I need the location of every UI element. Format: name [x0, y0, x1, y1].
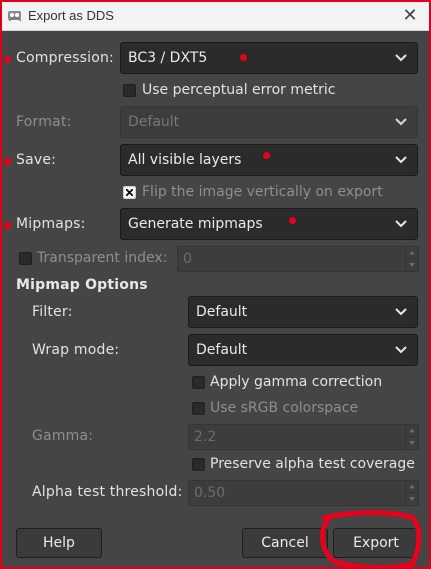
gimp-icon — [8, 11, 22, 22]
annotation-dot — [4, 222, 11, 229]
gamma-correction-checkbox[interactable] — [192, 376, 205, 389]
compression-value: BC3 / DXT5 — [128, 50, 208, 66]
filter-value: Default — [196, 304, 248, 320]
gamma-spinner[interactable]: 2.2 — [188, 424, 419, 450]
alpha-threshold-value: 0.50 — [194, 485, 226, 501]
gamma-correction-label: Apply gamma correction — [210, 374, 383, 390]
spin-down-icon[interactable] — [406, 493, 418, 505]
spin-up-icon[interactable] — [406, 481, 418, 493]
perceptual-label: Use perceptual error metric — [142, 82, 336, 98]
perceptual-checkbox[interactable] — [123, 84, 136, 97]
alpha-coverage-checkbox[interactable] — [192, 458, 205, 471]
mipmaps-select[interactable]: Generate mipmaps — [120, 208, 418, 240]
flip-checkbox[interactable] — [123, 186, 136, 199]
format-select[interactable]: Default — [120, 106, 418, 138]
transparent-index-value: 0 — [183, 251, 192, 267]
chevron-down-icon — [395, 118, 407, 126]
save-label: Save: — [16, 152, 57, 168]
close-icon[interactable]: ✕ — [399, 5, 421, 27]
annotation-dot — [4, 56, 11, 63]
chevron-down-icon — [395, 220, 407, 228]
flip-label: Flip the image vertically on export — [142, 184, 383, 200]
transparent-index-checkbox[interactable] — [19, 252, 32, 265]
filter-select[interactable]: Default — [188, 296, 418, 328]
gamma-label: Gamma: — [32, 428, 94, 444]
chevron-down-icon — [395, 308, 407, 316]
format-label: Format: — [16, 114, 72, 130]
filter-label: Filter: — [32, 304, 73, 320]
mipmap-options-heading: Mipmap Options — [16, 277, 148, 293]
save-select[interactable]: All visible layers — [120, 144, 418, 176]
wrap-mode-value: Default — [196, 342, 248, 358]
export-button[interactable]: Export — [333, 528, 419, 558]
alpha-threshold-spinner[interactable]: 0.50 — [188, 480, 419, 506]
spin-down-icon[interactable] — [406, 437, 418, 449]
mipmaps-value: Generate mipmaps — [128, 216, 263, 232]
window-title: Export as DDS — [28, 8, 114, 23]
compression-select[interactable]: BC3 / DXT5 — [120, 42, 418, 74]
alpha-coverage-label: Preserve alpha test coverage — [210, 456, 415, 472]
spin-up-icon[interactable] — [406, 247, 418, 259]
cancel-button[interactable]: Cancel — [242, 528, 328, 558]
wrap-mode-select[interactable]: Default — [188, 334, 418, 366]
annotation-dot — [240, 54, 247, 61]
srgb-label: Use sRGB colorspace — [210, 400, 359, 416]
help-button[interactable]: Help — [16, 528, 102, 558]
spin-down-icon[interactable] — [406, 259, 418, 271]
srgb-checkbox[interactable] — [192, 402, 205, 415]
chevron-down-icon — [395, 54, 407, 62]
transparent-index-spinner[interactable]: 0 — [177, 246, 419, 272]
annotation-dot — [4, 158, 11, 165]
compression-label: Compression: — [16, 50, 114, 66]
chevron-down-icon — [395, 156, 407, 164]
chevron-down-icon — [395, 346, 407, 354]
format-value: Default — [128, 114, 180, 130]
gamma-value: 2.2 — [194, 429, 217, 445]
wrap-mode-label: Wrap mode: — [32, 342, 120, 358]
spin-up-icon[interactable] — [406, 425, 418, 437]
annotation-dot — [289, 217, 296, 224]
annotation-dot — [263, 152, 270, 159]
save-value: All visible layers — [128, 152, 242, 168]
mipmaps-label: Mipmaps: — [16, 216, 86, 232]
title-bar[interactable]: Export as DDS ✕ — [2, 2, 429, 31]
alpha-threshold-label: Alpha test threshold: — [32, 484, 183, 500]
transparent-index-label: Transparent index: — [37, 250, 168, 266]
export-dds-dialog: Export as DDS ✕ Compression: BC3 / DXT5 … — [0, 0, 431, 569]
